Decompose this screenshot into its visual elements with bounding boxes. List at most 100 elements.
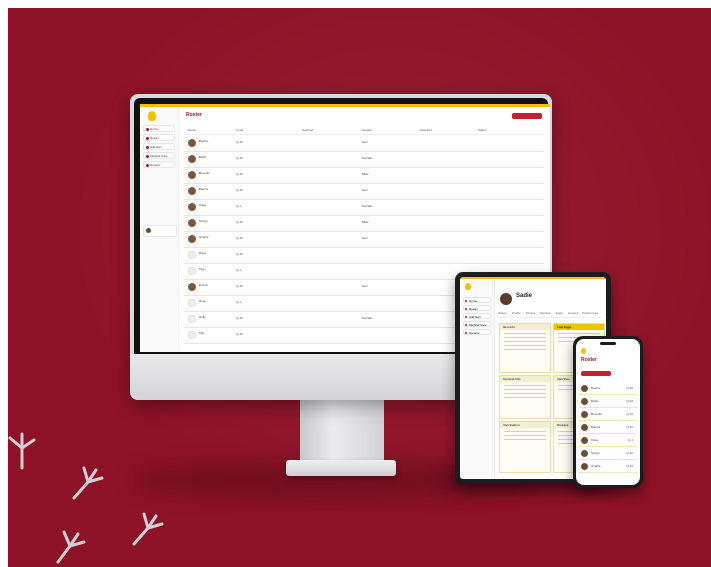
- list-icon: [146, 137, 149, 140]
- app-logo-icon: [465, 283, 471, 290]
- footprint-icon: [56, 530, 86, 564]
- nav-item-genetic[interactable]: Genetic: [463, 329, 491, 335]
- home-icon: [146, 128, 149, 131]
- row-code: Q-16: [236, 156, 243, 160]
- app-logo-icon: [581, 348, 586, 354]
- row-gender: Female: [362, 156, 373, 160]
- avatar: [188, 219, 196, 227]
- row-gender: Female: [362, 204, 373, 208]
- row-name: Bellis: [199, 155, 207, 159]
- nav-item-medical[interactable]: Medical Care: [143, 152, 175, 159]
- dna-icon: [146, 164, 149, 167]
- row-code: Q-16: [236, 284, 243, 288]
- avatar: [188, 203, 196, 211]
- phone-notch: [600, 342, 616, 345]
- row-code: Q-16: [236, 252, 243, 256]
- row-name: Tilly: [199, 331, 205, 335]
- row-name: Sergio: [199, 219, 208, 223]
- list-item[interactable]: Brunello Q-16: [579, 409, 637, 421]
- row-code: Q-16: [626, 412, 633, 416]
- table-row[interactable]: Charlie Q-16 Hen: [184, 231, 544, 248]
- nav-item-add-hen[interactable]: Add Hen: [143, 143, 175, 150]
- nav-item-roster[interactable]: Roster: [143, 134, 175, 141]
- avatar: [188, 155, 196, 163]
- table-row[interactable]: Beatrix Q-16 Hen: [184, 135, 544, 152]
- list-item[interactable]: Bianca Q-16: [579, 422, 637, 434]
- avatar: [188, 171, 196, 179]
- footprint-icon: [72, 466, 104, 500]
- nav-item-genetic[interactable]: Genetic: [143, 161, 175, 168]
- avatar: [581, 385, 588, 392]
- tablet-sidebar: Home Roster Add Hen Medical Care Genetic: [460, 279, 495, 479]
- row-name: Bellis: [591, 399, 599, 403]
- table-row[interactable]: Sergio Q-16 Male: [184, 215, 544, 232]
- avatar: [188, 251, 196, 259]
- column-header[interactable]: Status: [478, 128, 487, 132]
- list-item[interactable]: Charlie Q-16: [579, 461, 637, 473]
- table-row[interactable]: Brunello Q-16 Male: [184, 167, 544, 184]
- avatar: [581, 398, 588, 405]
- tab-status[interactable]: Status: [498, 311, 507, 315]
- dna-icon: [465, 332, 467, 334]
- tab-eggs[interactable]: Eggs: [556, 311, 563, 315]
- table-row[interactable]: Bellis Q-16 Female: [184, 151, 544, 168]
- row-code: Q-16: [626, 464, 633, 468]
- nav-item-medical[interactable]: Medical Care: [463, 321, 491, 327]
- column-header[interactable]: Acquired: [420, 128, 432, 132]
- page-title: Roster: [581, 357, 597, 363]
- list-item[interactable]: Beatrix Q-16: [579, 383, 637, 395]
- nav-item-add-hen[interactable]: Add Hen: [463, 313, 491, 319]
- row-code: Q-16: [236, 172, 243, 176]
- list-item[interactable]: Bellis Q-16: [579, 396, 637, 408]
- monitor-neck: [300, 398, 384, 464]
- list-item[interactable]: Clara Q-1: [579, 435, 637, 447]
- row-name: Brunello: [199, 171, 211, 175]
- avatar: [188, 283, 196, 291]
- nav-item-roster[interactable]: Roster: [463, 305, 491, 311]
- add-hen-button[interactable]: [512, 113, 542, 119]
- user-chip[interactable]: [143, 225, 177, 237]
- avatar: [188, 139, 196, 147]
- row-name: Brunello: [591, 412, 603, 416]
- tab-preferences[interactable]: Preferences: [582, 311, 598, 315]
- column-header[interactable]: Name: [188, 128, 196, 132]
- nav-item-home[interactable]: Home: [463, 297, 491, 303]
- column-header[interactable]: Gender: [362, 128, 372, 132]
- row-code: Q-16: [236, 236, 243, 240]
- row-code: Q-16: [236, 140, 243, 144]
- row-name: Clara: [199, 203, 207, 207]
- table-row[interactable]: Brent Q-16: [184, 247, 544, 264]
- row-name: Beatrix: [199, 139, 209, 143]
- tab-profile[interactable]: Profile: [512, 311, 521, 315]
- column-header[interactable]: Hatched: [302, 128, 313, 132]
- tab-photos[interactable]: Photos: [526, 311, 535, 315]
- nav-item-home[interactable]: Home: [143, 125, 175, 132]
- column-header[interactable]: Code: [236, 128, 243, 132]
- card-hen-info: Hen info: [499, 323, 551, 373]
- screen-accent-bar: [140, 104, 550, 107]
- avatar: [188, 331, 196, 339]
- app-logo-icon: [148, 111, 156, 121]
- photo-scene: Home Roster Add Hen Medical Care Genetic…: [8, 8, 711, 567]
- avatar: [581, 463, 588, 470]
- list-item[interactable]: Sergio Q-16: [579, 448, 637, 460]
- row-code: Q-16: [236, 188, 243, 192]
- row-name: Clara: [591, 438, 599, 442]
- avatar: [581, 424, 588, 431]
- table-header: Name Code Hatched Gender Acquired Status: [184, 126, 544, 135]
- row-name: Bianca: [591, 425, 601, 429]
- tab-medical[interactable]: Medical: [540, 311, 550, 315]
- row-code: Q-16: [626, 425, 633, 429]
- phone-device: Roster Beatrix Q-16 Bellis Q-16 Brunello Q-16…: [573, 336, 643, 488]
- list-icon: [465, 308, 467, 310]
- avatar: [188, 187, 196, 195]
- profile-tabs: Status Profile Photos Medical Eggs Genet…: [498, 311, 602, 318]
- row-gender: Hen: [362, 140, 368, 144]
- avatar: [146, 228, 151, 233]
- add-hen-button[interactable]: [581, 371, 611, 376]
- table-row[interactable]: Bianca Q-16 Hen: [184, 183, 544, 200]
- row-name: Charlie: [199, 235, 209, 239]
- table-row[interactable]: Clara Q-1 Female: [184, 199, 544, 216]
- row-gender: Hen: [362, 188, 368, 192]
- tab-genetic[interactable]: Genetic: [568, 311, 578, 315]
